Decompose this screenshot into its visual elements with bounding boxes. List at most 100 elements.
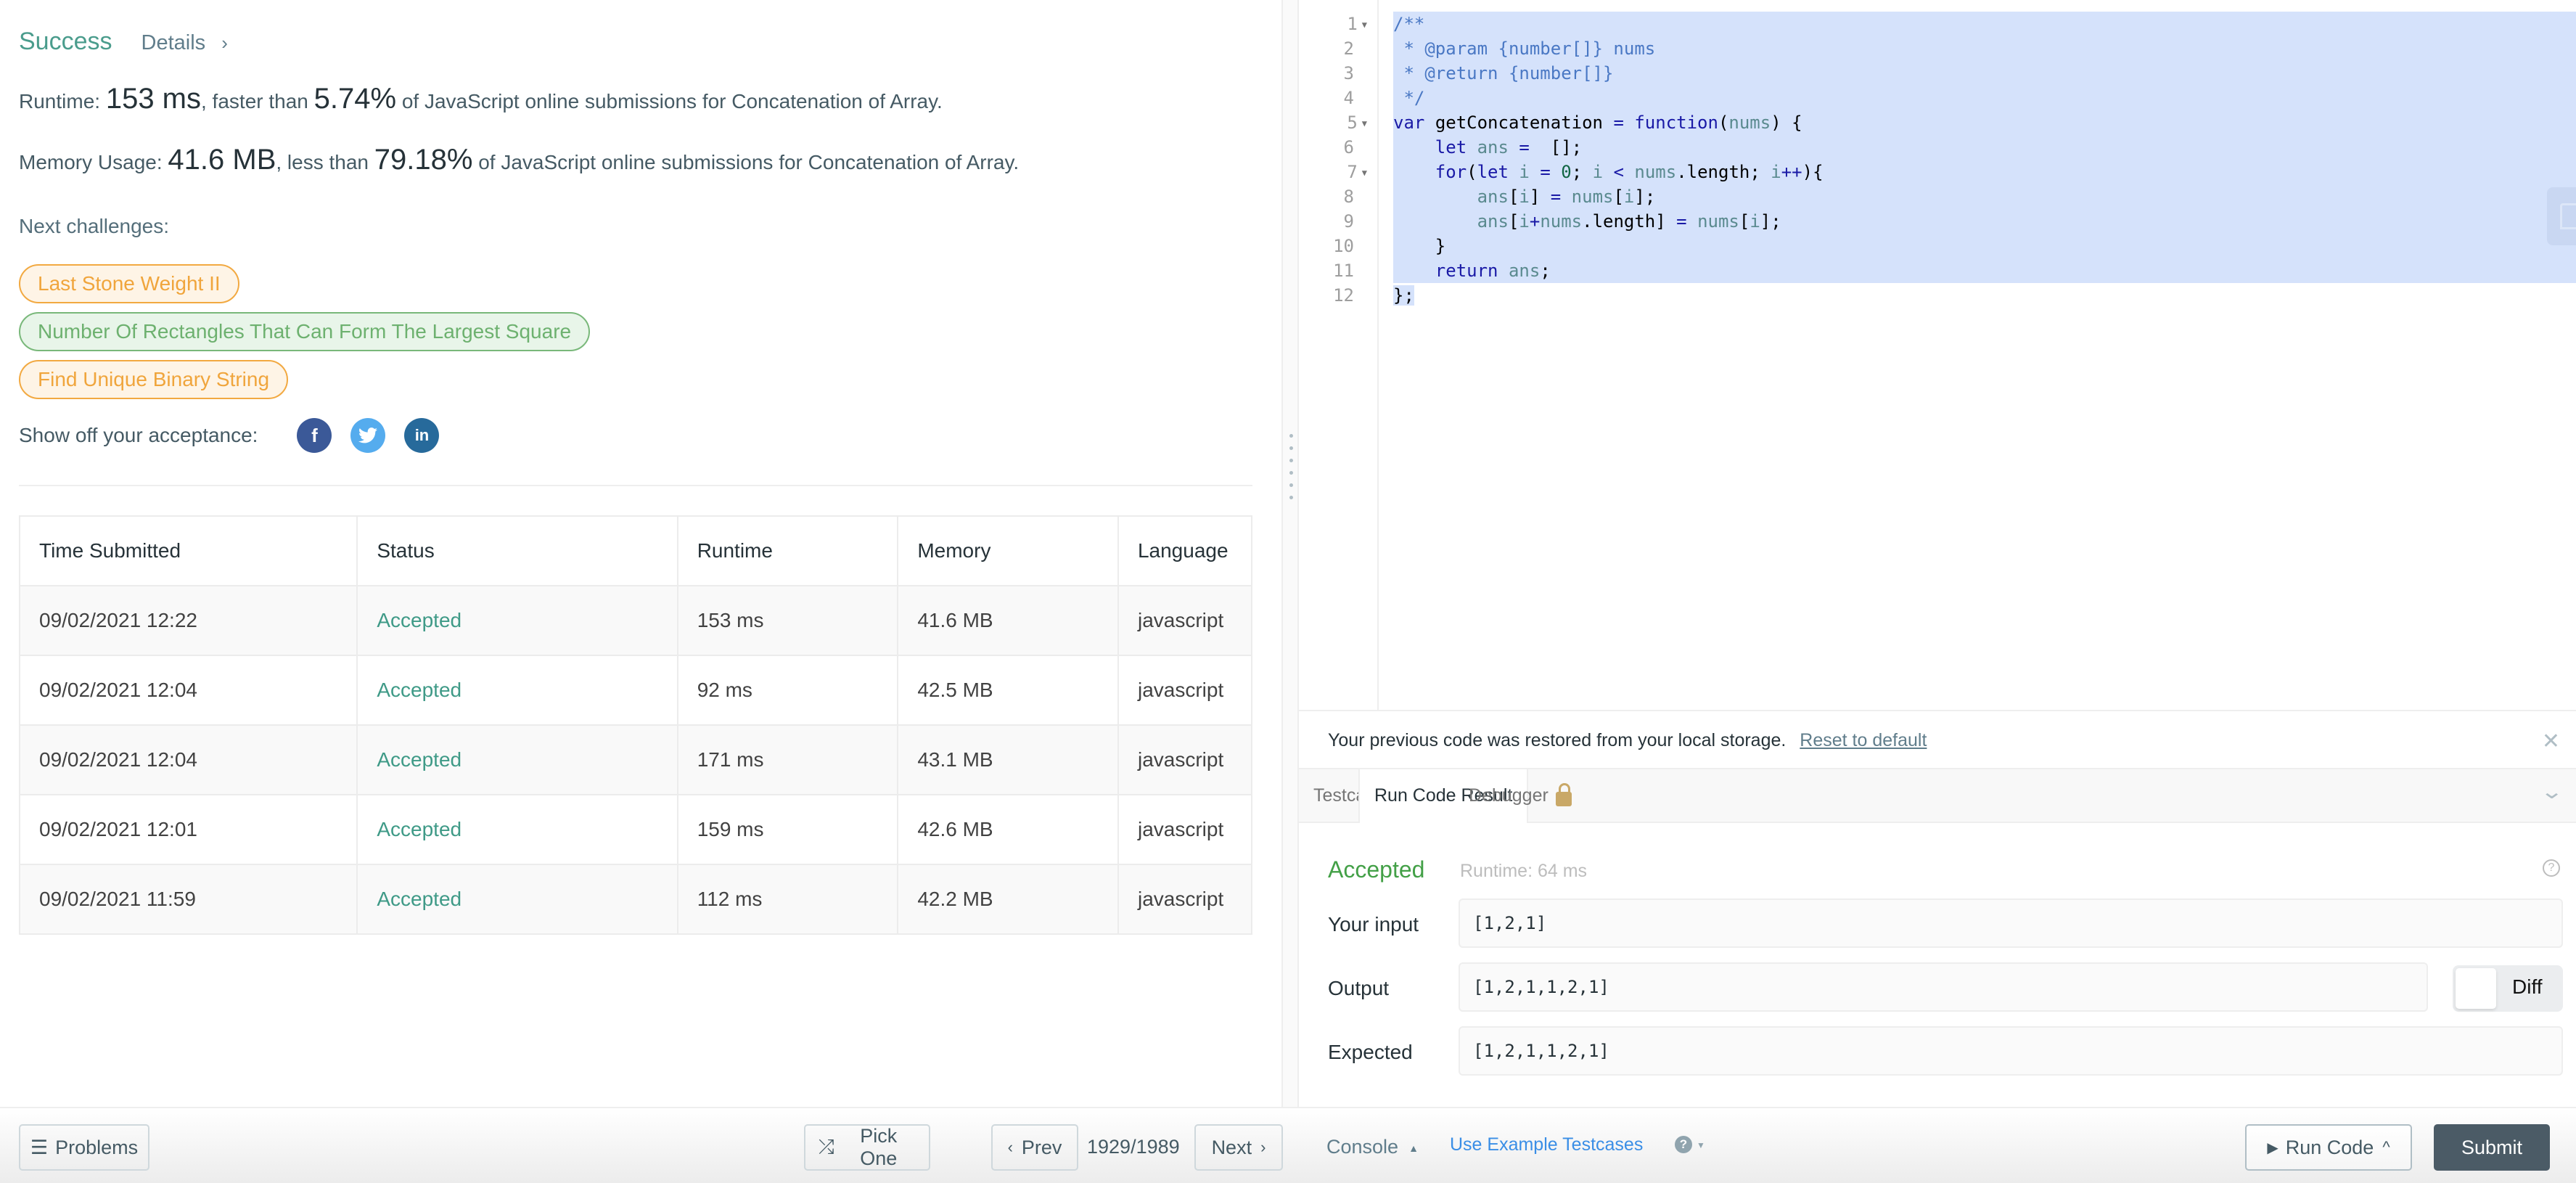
fold-arrow-icon[interactable]: ▼ — [1362, 168, 1367, 178]
console-toggle[interactable]: Console ▲ — [1326, 1136, 1419, 1158]
bottom-toolbar: ☰ Problems ⤮ Pick One ‹ Prev 1929/1989 N… — [0, 1107, 2576, 1183]
caret-down-icon: ▼ — [1697, 1139, 1705, 1150]
expected-label: Expected — [1328, 1041, 1413, 1063]
line-number: 6 — [1343, 137, 1354, 157]
cell-status-link[interactable]: Accepted — [356, 864, 678, 935]
fold-arrow-icon[interactable]: ▼ — [1362, 118, 1367, 128]
column-header-runtime: Runtime — [676, 515, 899, 586]
drag-handle-icon — [1289, 434, 1293, 499]
table-row: 09/02/2021 12:22 Accepted 153 ms 41.6 MB… — [18, 585, 1253, 656]
challenge-chip-find-unique-binary-string[interactable]: Find Unique Binary String — [19, 360, 289, 399]
details-link[interactable]: Details › — [141, 31, 228, 55]
result-header: Success Details › — [19, 28, 228, 56]
help-circle-icon[interactable]: ? — [2543, 859, 2560, 877]
column-header-memory: Memory — [897, 515, 1119, 586]
code-line[interactable]: }; — [1393, 283, 2576, 308]
fold-arrow-icon[interactable]: ▼ — [1362, 20, 1367, 30]
code-line[interactable]: return ans; — [1393, 258, 2576, 283]
line-number: 1 ▼ — [1347, 14, 1367, 34]
question-icon: ? — [1675, 1136, 1692, 1153]
cell-language: javascript — [1117, 655, 1253, 726]
line-number: 10 — [1333, 236, 1354, 256]
pick-one-button[interactable]: ⤮ Pick One — [804, 1124, 930, 1171]
cell-memory: 43.1 MB — [897, 724, 1119, 795]
code-line[interactable]: let ans = []; — [1393, 135, 2576, 160]
memory-percent: 79.18% — [374, 144, 473, 176]
cell-time: 09/02/2021 12:01 — [18, 794, 358, 865]
code-content[interactable]: /** * @param {number[]} nums * @return {… — [1393, 12, 2576, 308]
cell-status-link[interactable]: Accepted — [356, 794, 678, 865]
cell-runtime: 153 ms — [676, 585, 899, 656]
run-code-result-panel: Accepted Runtime: 64 ms ? Your input [1,… — [1299, 823, 2576, 1107]
cell-memory: 41.6 MB — [897, 585, 1119, 656]
memory-suffix: of JavaScript online submissions for Con… — [472, 151, 1020, 173]
reset-to-default-link[interactable]: Reset to default — [1800, 730, 1927, 750]
shuffle-icon: ⤮ — [819, 1136, 834, 1158]
line-number: 4 — [1343, 88, 1354, 108]
copy-icon[interactable] — [2547, 187, 2576, 245]
cell-language: javascript — [1117, 585, 1253, 656]
code-line[interactable]: /** — [1393, 12, 2576, 36]
share-row: Show off your acceptance: f in — [19, 415, 440, 456]
runtime-comparison: , faster than — [201, 90, 314, 112]
cell-time: 09/02/2021 12:04 — [18, 724, 358, 795]
twitter-icon[interactable] — [350, 418, 386, 453]
code-line[interactable]: for(let i = 0; i < nums.length; i++){ — [1393, 160, 2576, 184]
code-line[interactable]: var getConcatenation = function(nums) { — [1393, 110, 2576, 135]
cell-language: javascript — [1117, 794, 1253, 865]
use-example-testcases-link[interactable]: Use Example Testcases — [1450, 1134, 1643, 1155]
table-row: 09/02/2021 11:59 Accepted 112 ms 42.2 MB… — [18, 864, 1253, 935]
line-number: 8 — [1343, 187, 1354, 207]
problem-counter: 1929/1989 — [1087, 1136, 1180, 1158]
help-dropdown[interactable]: ? ▼ — [1675, 1136, 1705, 1153]
diff-toggle[interactable]: Diff — [2453, 965, 2563, 1012]
expected-value: [1,2,1,1,2,1] — [1459, 1026, 2563, 1076]
code-line[interactable]: */ — [1393, 86, 2576, 110]
column-header-status: Status — [356, 515, 678, 586]
cell-status-link[interactable]: Accepted — [356, 585, 678, 656]
run-status: Accepted — [1328, 856, 1425, 883]
prev-label: Prev — [1021, 1136, 1062, 1158]
input-value: [1,2,1] — [1459, 898, 2563, 948]
close-icon[interactable]: ✕ — [2542, 729, 2560, 754]
list-icon: ☰ — [30, 1136, 49, 1158]
submit-button[interactable]: Submit — [2434, 1124, 2550, 1171]
line-number: 3 — [1343, 63, 1354, 83]
line-number: 2 — [1343, 38, 1354, 59]
code-line[interactable]: ans[i] = nums[i]; — [1393, 184, 2576, 209]
runtime-percent: 5.74% — [313, 83, 397, 115]
prev-button[interactable]: ‹ Prev — [991, 1124, 1078, 1171]
linkedin-icon[interactable]: in — [404, 418, 440, 453]
panel-resize-handle[interactable] — [1281, 0, 1299, 1107]
input-label: Your input — [1328, 913, 1419, 936]
challenge-chip-number-of-rectangles[interactable]: Number Of Rectangles That Can Form The L… — [19, 312, 591, 351]
tab-debugger[interactable]: Debugger — [1454, 769, 1586, 822]
column-header-language: Language — [1117, 515, 1253, 586]
toggle-knob — [2456, 968, 2496, 1009]
chevron-right-icon: › — [221, 32, 228, 54]
console-label: Console — [1326, 1136, 1399, 1158]
code-line[interactable]: * @return {number[]} — [1393, 61, 2576, 86]
code-line[interactable]: * @param {number[]} nums — [1393, 36, 2576, 61]
problems-button[interactable]: ☰ Problems — [19, 1124, 149, 1171]
cell-status-link[interactable]: Accepted — [356, 724, 678, 795]
code-editor[interactable]: 1 ▼ 2 3 4 5 ▼ 6 7 ▼ 8 9 10 11 12 /** * @param {number[… — [1299, 0, 2576, 711]
challenge-chip-last-stone-weight-ii[interactable]: Last Stone Weight II — [19, 264, 239, 303]
console-tabs: Testcase Run Code Result Debugger ⌄ — [1299, 769, 2576, 823]
facebook-icon[interactable]: f — [297, 418, 332, 453]
line-number: 5 ▼ — [1347, 112, 1367, 133]
line-number: 9 — [1343, 211, 1354, 232]
run-runtime: Runtime: 64 ms — [1460, 861, 1588, 881]
code-line[interactable]: } — [1393, 234, 2576, 258]
run-code-label: Run Code — [2285, 1136, 2374, 1158]
next-button[interactable]: Next › — [1194, 1124, 1283, 1171]
share-label: Show off your acceptance: — [19, 424, 258, 446]
cell-time: 09/02/2021 11:59 — [18, 864, 358, 935]
memory-summary: Memory Usage: 41.6 MB, less than 79.18% … — [19, 144, 1019, 176]
cell-status-link[interactable]: Accepted — [356, 655, 678, 726]
chevron-left-icon: ‹ — [1007, 1138, 1013, 1156]
column-header-time: Time Submitted — [18, 515, 358, 586]
chevron-down-icon[interactable]: ⌄ — [2540, 779, 2564, 803]
run-code-button[interactable]: ▶ Run Code ^ — [2245, 1124, 2412, 1171]
code-line[interactable]: ans[i+nums.length] = nums[i]; — [1393, 209, 2576, 234]
